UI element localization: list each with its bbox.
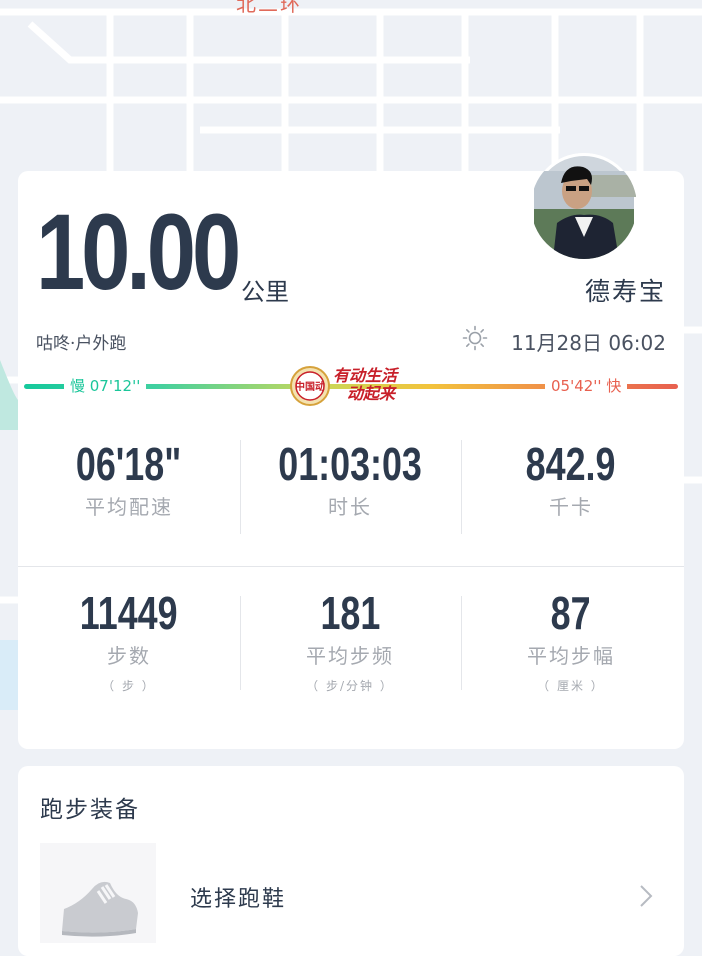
stat-avg-pace: 06'18" 平均配速 (19, 441, 239, 520)
badge-text: 中国动 (295, 380, 325, 393)
divider (461, 440, 462, 534)
divider (240, 440, 241, 534)
stat-value: 181 (320, 587, 380, 639)
distance-unit: 公里 (241, 278, 289, 306)
event-badge-icon: 中国动 (290, 366, 330, 406)
stat-label: 平均配速 (85, 495, 173, 519)
slogan-line-1: 有动生活 (333, 366, 398, 385)
pace-slow-label: 慢 07'12'' (64, 375, 147, 396)
stat-value: 11449 (80, 587, 178, 639)
running-shoe-icon (62, 881, 138, 937)
avatar[interactable] (531, 153, 637, 259)
stat-unit: （ 步 ） (102, 679, 156, 693)
stat-value: 842.9 (526, 438, 616, 490)
select-shoe-label[interactable]: 选择跑鞋 (190, 881, 286, 913)
stat-label: 平均步频 (306, 644, 394, 668)
divider (461, 596, 462, 690)
stat-calories: 842.9 千卡 (461, 441, 681, 520)
stat-value: 06'18" (76, 438, 182, 490)
stat-value: 01:03:03 (278, 438, 422, 490)
stat-steps: 11449 步数 （ 步 ） (19, 590, 239, 694)
avatar-photo (531, 153, 637, 259)
stat-cadence: 181 平均步频 （ 步/分钟 ） (240, 590, 460, 694)
sun-icon (462, 325, 488, 351)
stat-label: 平均步幅 (527, 644, 615, 668)
divider (240, 596, 241, 690)
stat-label: 时长 (328, 495, 372, 519)
distance-value: 10.00 (36, 191, 241, 312)
stat-value: 87 (551, 587, 591, 639)
gear-section-title: 跑步装备 (40, 797, 140, 823)
user-name[interactable]: 德寿宝 (585, 272, 666, 308)
map-road-label: 北二环 (236, 0, 302, 16)
pace-fast-label: 05'42'' 快 (545, 375, 628, 396)
chevron-right-icon[interactable] (636, 882, 656, 910)
stat-stride: 87 平均步幅 （ 厘米 ） (461, 590, 681, 694)
stat-unit: （ 步/分钟 ） (306, 679, 394, 693)
stat-label: 千卡 (549, 495, 593, 519)
shoe-thumbnail[interactable] (40, 843, 156, 943)
workout-datetime: 11月28日 06:02 (511, 331, 666, 355)
event-slogan: 有动生活 动起来 (333, 367, 413, 403)
workout-source: 咕咚·户外跑 (36, 334, 127, 354)
slogan-line-2: 动起来 (347, 384, 396, 403)
stat-label: 步数 (107, 644, 151, 668)
stat-duration: 01:03:03 时长 (240, 441, 460, 520)
stat-unit: （ 厘米 ） (537, 679, 605, 693)
divider (18, 566, 684, 567)
